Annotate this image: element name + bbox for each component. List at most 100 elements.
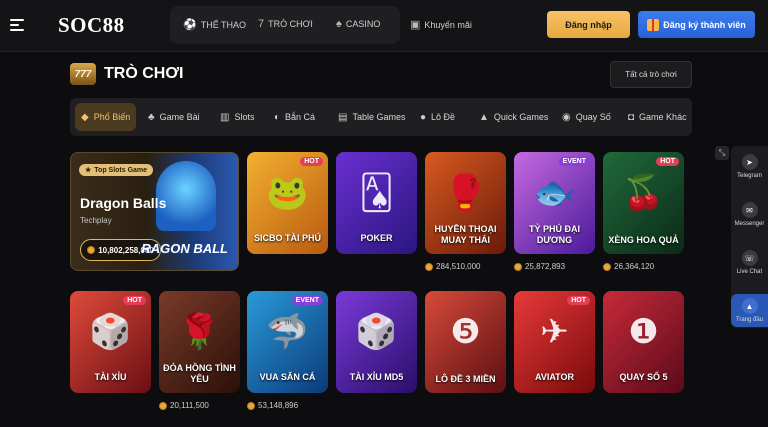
game-card-tai-xiu-md5[interactable]: 🎲 TÀI XỈU MD5 <box>336 291 417 393</box>
game-art: 🐟 <box>533 173 576 212</box>
slot-777-icon: 777 <box>70 63 96 85</box>
table-icon: ▤ <box>338 111 348 123</box>
event-badge: EVENT <box>291 296 323 305</box>
player-count: 26,364,120 <box>603 262 654 271</box>
sidebar-item-live-chat[interactable]: ☏ Live Chat <box>731 250 768 275</box>
game-card-fruit-slot[interactable]: 🍒 HOT XÈNG HOA QUẢ <box>603 152 684 254</box>
tab-slots[interactable]: ▥ Slots <box>220 98 254 136</box>
game-art-title: RAGON BALL <box>141 241 228 256</box>
player-count: 284,510,000 <box>425 262 481 271</box>
game-card-muay-thai[interactable]: 🥊 HUYỀN THOẠI MUAY THÁI <box>425 152 506 254</box>
tab-label: Game Khác <box>639 112 687 122</box>
tab-popular[interactable]: ◆ Phổ Biến <box>75 103 137 131</box>
game-title: VUA SĂN CÁ <box>259 372 316 382</box>
draw-icon: ◉ <box>562 111 571 123</box>
gift-icon <box>647 18 660 31</box>
nav-item-casino[interactable]: ♠ CASINO <box>336 18 380 30</box>
hot-badge: HOT <box>123 296 146 305</box>
slot-icon: ▥ <box>220 111 230 123</box>
game-title: SICBO TÀI PHÚ <box>253 233 321 243</box>
nav-item-label: TRÒ CHƠI <box>268 19 313 29</box>
arrow-up-icon: ▲ <box>741 298 758 314</box>
nav-item-games[interactable]: 7 TRÒ CHƠI <box>258 18 313 30</box>
telegram-icon: ➤ <box>741 154 758 170</box>
site-logo[interactable]: SOC88 <box>58 13 125 38</box>
cards-icon: ♣ <box>148 111 155 123</box>
register-label: Đăng ký thành viên <box>663 19 746 30</box>
game-title: LÔ ĐỀ 3 MIỀN <box>435 374 496 384</box>
game-title: ĐÓA HỒNG TÌNH YÊU <box>163 363 236 384</box>
nav-item-sports[interactable]: ⚽ THỂ THAO <box>183 18 246 31</box>
game-title: AVIATOR <box>534 372 574 382</box>
sidebar-item-telegram[interactable]: ➤ Telegram <box>731 154 768 179</box>
game-title: TỶ PHÚ ĐẠI DƯƠNG <box>528 224 580 245</box>
back-to-top-button[interactable]: ▲ Trang đầu <box>731 294 768 327</box>
game-art: 🥊 <box>444 173 487 212</box>
login-button[interactable]: Đăng nhập <box>547 11 630 38</box>
nav-item-label: Khuyến mãi <box>424 19 472 30</box>
tab-fishing[interactable]: ◐ Bắn Cá <box>274 98 315 136</box>
tab-table-games[interactable]: ▤ Table Games <box>338 98 405 136</box>
coin-icon <box>514 262 522 271</box>
tab-label: Slots <box>234 112 255 122</box>
register-button[interactable]: Đăng ký thành viên <box>638 11 755 38</box>
game-card-draw-5[interactable]: ❶ QUAY SỐ 5 <box>603 291 684 393</box>
quick-icon: ▲ <box>479 111 489 123</box>
game-card-sicbo[interactable]: 🐸 HOT SICBO TÀI PHÚ <box>247 152 328 254</box>
game-art: 🦈 <box>266 312 309 351</box>
game-card-lottery-3-regions[interactable]: ❺ LÔ ĐỀ 3 MIỀN <box>425 291 506 393</box>
game-title: XÈNG HOA QUẢ <box>608 235 679 245</box>
game-card-tai-xiu[interactable]: 🎲 HOT TÀI XỈU <box>70 291 151 393</box>
tab-card-games[interactable]: ♣ Game Bài <box>148 98 200 136</box>
game-art: ❶ <box>628 312 659 351</box>
gift-icon: ▣ <box>410 19 421 31</box>
top-slots-badge: ★ Top Slots Game <box>79 164 154 176</box>
game-card-love-rose[interactable]: 🌹 ĐÓA HỒNG TÌNH YÊU <box>159 291 240 393</box>
sidebar-item-messenger[interactable]: ✉ Messenger <box>731 202 768 227</box>
lottery-icon: ● <box>420 111 427 123</box>
tab-draw[interactable]: ◉ Quay Số <box>562 98 611 136</box>
soccer-ball-icon: ⚽ <box>183 19 197 31</box>
game-title: HUYỀN THOẠI MUAY THÁI <box>434 224 497 245</box>
tab-label: Lô Đề <box>431 112 456 122</box>
tab-label: Game Bài <box>159 112 200 122</box>
tab-quick-games[interactable]: ▲ Quick Games <box>479 98 548 136</box>
controller-icon: ◘ <box>628 111 635 123</box>
tab-label: Table Games <box>352 112 406 122</box>
game-card-ocean-tycoon[interactable]: 🐟 EVENT TỶ PHÚ ĐẠI DƯƠNG <box>514 152 595 254</box>
game-card-fish-hunter[interactable]: 🦈 EVENT VUA SĂN CÁ <box>247 291 328 393</box>
game-art: 🎲 <box>355 312 398 351</box>
chat-icon: ☏ <box>741 250 758 266</box>
player-count: 53,148,896 <box>247 401 298 410</box>
view-all-games-button[interactable]: Tất cả trò chơi <box>610 61 692 88</box>
game-title: TÀI XỈU <box>94 372 127 382</box>
game-title: QUAY SỐ 5 <box>619 372 668 382</box>
tab-other-games[interactable]: ◘ Game Khác <box>628 98 687 136</box>
player-count: 25,872,893 <box>514 262 565 271</box>
featured-game-provider: Techplay <box>80 216 112 225</box>
nav-item-promotions[interactable]: ▣ Khuyến mãi <box>410 18 472 31</box>
star-icon: ★ <box>85 167 92 174</box>
tab-label: Bắn Cá <box>285 112 316 122</box>
game-card-aviator[interactable]: ✈ HOT AVIATOR <box>514 291 595 393</box>
game-title: TÀI XỈU MD5 <box>349 372 404 382</box>
flame-icon: ◆ <box>81 111 89 123</box>
page-title: TRÒ CHƠI <box>104 65 184 82</box>
hamburger-menu-icon[interactable] <box>10 19 24 31</box>
game-art: 🎲 <box>89 312 132 351</box>
sidebar-item-label: Trang đầu <box>735 317 764 323</box>
game-card-poker[interactable]: 🂡 POKER <box>336 152 417 254</box>
player-count: 20,111,500 <box>159 401 209 410</box>
section-header: 777 TRÒ CHƠI <box>70 63 183 85</box>
game-art: 🂡 <box>359 173 394 212</box>
sidebar-item-label: Messenger <box>734 221 765 227</box>
tab-lottery[interactable]: ● Lô Đề <box>420 98 455 136</box>
featured-game-name: Dragon Balls <box>80 195 167 211</box>
game-art: ❺ <box>450 312 481 351</box>
slot-777-icon: 7 <box>258 18 265 30</box>
nav-item-label: CASINO <box>345 19 381 29</box>
featured-game-card[interactable]: ★ Top Slots Game Dragon Balls Techplay 1… <box>70 152 239 271</box>
collapse-sidebar-icon[interactable]: ⤡ <box>715 146 729 160</box>
contact-sidebar: ➤ Telegram ✉ Messenger ☏ Live Chat ▲ Tra… <box>731 146 768 328</box>
coin-icon <box>247 401 255 410</box>
